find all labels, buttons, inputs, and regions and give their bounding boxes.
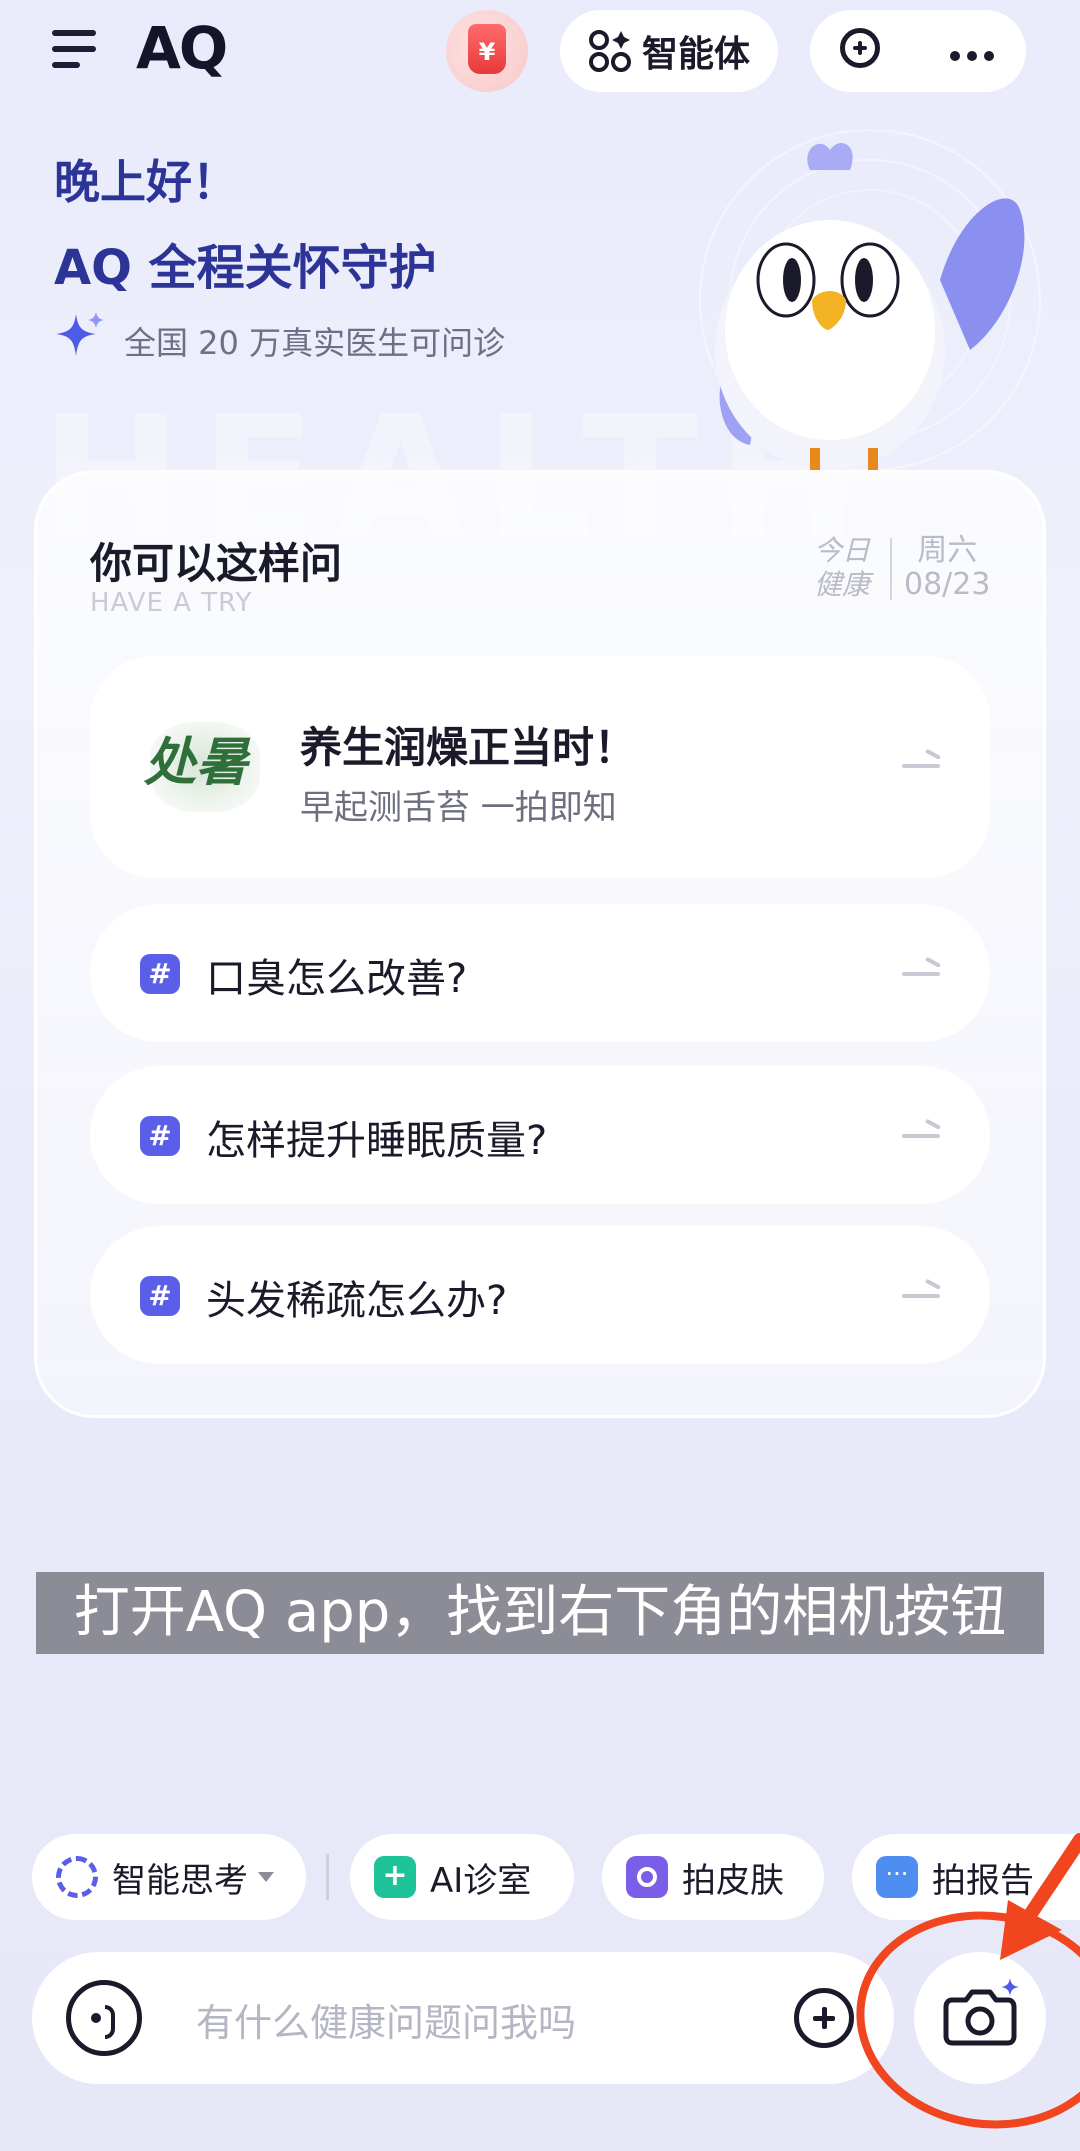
coin-symbol: ¥: [468, 24, 506, 74]
doctor-info-text: 全国 20 万真实医生可问诊: [124, 324, 506, 362]
report-photo-chip[interactable]: ··· 拍报告: [852, 1834, 1080, 1920]
chip-label: 拍报告: [932, 1860, 1034, 1901]
tagline-text: AQ 全程关怀守护: [54, 240, 437, 296]
solar-term-badge: 处暑: [144, 732, 249, 793]
agent-label: 智能体: [641, 34, 750, 75]
app-logo: AQ: [136, 14, 228, 82]
question-text: 口臭怎么改善?: [206, 956, 468, 1002]
ai-clinic-chip[interactable]: + AI诊室: [350, 1834, 574, 1920]
new-chat-icon[interactable]: [840, 28, 880, 68]
arrow-icon: [902, 1286, 940, 1300]
date-divider: [890, 538, 892, 600]
chat-input-bar: 有什么健康问题问我吗: [32, 1952, 894, 2084]
hashtag-icon: #: [140, 1116, 180, 1156]
chat-input[interactable]: 有什么健康问题问我吗: [196, 1992, 576, 2047]
hashtag-icon: #: [140, 954, 180, 994]
document-icon: ···: [876, 1856, 918, 1898]
menu-icon[interactable]: [52, 30, 100, 70]
chip-label: 拍皮肤: [682, 1860, 784, 1901]
question-item[interactable]: # 口臭怎么改善?: [90, 904, 990, 1042]
question-text: 头发稀疏怎么办?: [206, 1278, 508, 1324]
smart-thinking-chip[interactable]: 智能思考: [32, 1834, 306, 1920]
arrow-icon: [902, 756, 940, 770]
skin-photo-chip[interactable]: 拍皮肤: [602, 1834, 824, 1920]
chip-label: 智能思考: [112, 1860, 248, 1901]
greeting-text: 晚上好！: [54, 155, 238, 209]
video-caption: 打开AQ app，找到右下角的相机按钮: [36, 1572, 1044, 1654]
sparkle-icon: [56, 312, 104, 356]
camera-button[interactable]: [914, 1952, 1046, 2084]
red-packet-icon[interactable]: ¥: [446, 10, 528, 92]
add-attachment-icon[interactable]: [794, 1988, 854, 2048]
camera-icon: [626, 1856, 668, 1898]
dropdown-caret-icon: [258, 1872, 274, 1882]
clinic-icon: +: [374, 1856, 416, 1898]
question-item[interactable]: # 怎样提升睡眠质量?: [90, 1066, 990, 1204]
arrow-icon: [902, 964, 940, 978]
tip-title: 养生润燥正当时！: [300, 723, 637, 772]
date-badge: 今日 健康 周六 08/23: [800, 534, 995, 604]
agent-button[interactable]: 智能体: [560, 10, 778, 92]
question-text: 怎样提升睡眠质量?: [206, 1118, 548, 1164]
date-value: 周六 08/23: [904, 533, 991, 602]
chip-divider: [326, 1854, 329, 1900]
thinking-icon: [56, 1856, 98, 1898]
voice-icon[interactable]: [66, 1980, 142, 2056]
seasonal-tip-item[interactable]: 处暑 养生润燥正当时！ 早起测舌苔 一拍即知: [90, 656, 990, 878]
mascot-bird-illustration: [699, 130, 1041, 470]
arrow-icon: [902, 1126, 940, 1140]
hashtag-icon: #: [140, 1276, 180, 1316]
date-label: 今日 健康: [814, 534, 871, 601]
card-title: 你可以这样问: [90, 539, 343, 588]
question-item[interactable]: # 头发稀疏怎么办?: [90, 1226, 990, 1364]
tip-subtitle: 早起测舌苔 一拍即知: [300, 788, 617, 828]
agent-icon: [588, 30, 631, 72]
camera-sparkle-icon: [943, 1978, 1019, 2046]
chip-label: AI诊室: [430, 1860, 532, 1901]
top-actions: [810, 10, 1026, 92]
more-icon[interactable]: [950, 46, 1001, 65]
card-subtitle: HAVE A TRY: [90, 588, 253, 618]
